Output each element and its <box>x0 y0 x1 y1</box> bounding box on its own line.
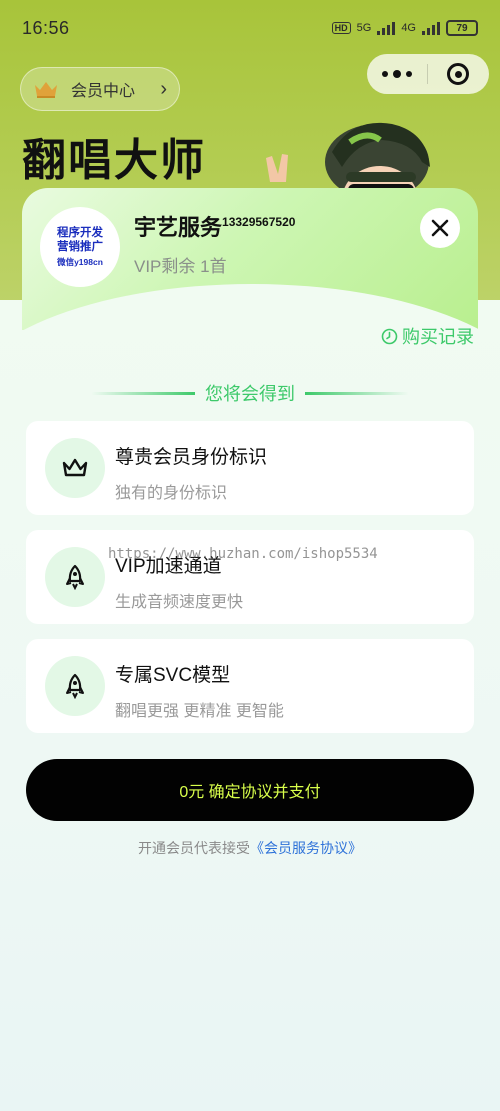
chevron-right-icon: › <box>160 77 167 100</box>
signal-icon <box>422 21 440 35</box>
avatar: 程序开发 营销推广 微信y198cn <box>40 207 120 287</box>
more-menu-icon[interactable] <box>367 69 427 78</box>
close-button[interactable] <box>420 208 460 248</box>
benefit-title: 专属SVC模型 <box>115 665 231 686</box>
status-time: 16:56 <box>22 17 70 38</box>
purchase-record-label: 购买记录 <box>402 327 474 347</box>
hd-icon: HD <box>331 22 351 34</box>
clock-icon <box>381 328 398 344</box>
benefit-icon-wrap <box>45 656 105 716</box>
benefits-heading-text: 您将会得到 <box>205 384 295 404</box>
confirm-pay-button[interactable]: 0元 确定协议并支付 <box>26 759 474 821</box>
heading-divider-right <box>305 391 409 395</box>
promo-line-3: 微信y198cn <box>57 256 103 267</box>
member-center-label: 会员中心 <box>71 83 136 100</box>
agreement-text: 开通会员代表接受《会员服务协议》 <box>0 838 500 858</box>
heading-divider-left <box>91 391 195 395</box>
service-agreement-link[interactable]: 《会员服务协议》 <box>250 840 362 856</box>
benefits-heading: 您将会得到 <box>0 380 500 406</box>
vip-remaining: VIP剩余 1首 <box>134 257 227 276</box>
crown-icon <box>62 458 88 477</box>
promo-line-1: 程序开发 <box>57 227 103 240</box>
promo-line-2: 营销推广 <box>57 240 103 253</box>
status-icons: HD 5G 4G 79 <box>331 20 478 36</box>
benefit-subtitle: 生成音频速度更快 <box>115 594 244 611</box>
user-name-text: 宇艺服务 <box>134 215 223 240</box>
miniprogram-capsule <box>367 54 489 94</box>
watermark-text: https://www.huzhan.com/ishop5534 <box>108 546 378 562</box>
benefit-card-vip-channel: VIP加速通道 生成音频速度更快 <box>26 530 474 624</box>
benefit-subtitle: 翻唱更强 更精准 更智能 <box>115 703 284 720</box>
rocket-icon <box>66 564 84 590</box>
status-bar: 16:56 HD 5G 4G 79 <box>0 0 500 56</box>
exit-miniprogram-icon[interactable] <box>428 63 488 85</box>
battery-icon: 79 <box>446 20 478 36</box>
close-icon <box>431 219 449 237</box>
member-center-button[interactable]: 会员中心 › <box>20 67 180 111</box>
network-label-5g: 5G <box>356 22 372 34</box>
benefit-subtitle: 独有的身份标识 <box>115 485 228 502</box>
benefit-icon-wrap <box>45 438 105 498</box>
network-label-4g: 4G <box>401 22 416 34</box>
benefit-card-svc-model: 专属SVC模型 翻唱更强 更精准 更智能 <box>26 639 474 733</box>
crown-icon <box>35 82 57 98</box>
agreement-prefix: 开通会员代表接受 <box>138 840 250 856</box>
user-name: 宇艺服务13329567520 <box>134 210 295 242</box>
user-id: 13329567520 <box>222 215 296 229</box>
purchase-record-link[interactable]: 购买记录 <box>381 323 474 349</box>
benefit-card-identity: 尊贵会员身份标识 独有的身份标识 <box>26 421 474 515</box>
page-title: 翻唱大师 <box>22 136 206 185</box>
signal-icon <box>377 21 396 35</box>
benefit-title: 尊贵会员身份标识 <box>115 447 268 468</box>
benefit-icon-wrap <box>45 547 105 607</box>
rocket-icon <box>66 673 84 699</box>
